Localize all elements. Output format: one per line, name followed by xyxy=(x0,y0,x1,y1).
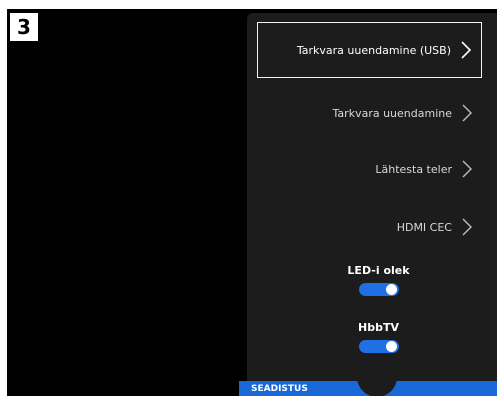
step-number-badge: 3 xyxy=(10,13,38,41)
chevron-right-icon xyxy=(462,218,472,236)
chevron-right-icon xyxy=(461,41,472,59)
settings-panel: Tarkvara uuendamine (USB) Tarkvara uuend… xyxy=(247,13,497,396)
chevron-right-icon xyxy=(462,160,472,178)
footer-section-title: SEADISTUS xyxy=(251,384,308,394)
hbbtv-setting: HbbTV xyxy=(257,321,482,357)
tv-screen: 3 Tarkvara uuendamine (USB) Tarkvara uue… xyxy=(7,9,497,396)
led-status-label: LED-i olek xyxy=(347,264,410,277)
chevron-right-icon xyxy=(462,104,472,122)
hbbtv-label: HbbTV xyxy=(358,321,399,334)
toggle-knob xyxy=(385,341,397,352)
toggle-knob xyxy=(385,284,397,295)
menu-item-software-update-usb[interactable]: Tarkvara uuendamine (USB) xyxy=(257,22,482,78)
menu-item-label: HDMI CEC xyxy=(396,220,452,234)
menu-item-software-update[interactable]: Tarkvara uuendamine xyxy=(257,85,482,141)
menu-item-hdmi-cec[interactable]: HDMI CEC xyxy=(257,199,482,255)
menu-item-reset-tv[interactable]: Lähtesta teler xyxy=(257,141,482,197)
led-status-setting: LED-i olek xyxy=(257,264,482,300)
menu-item-label: Tarkvara uuendamine (USB) xyxy=(296,43,451,57)
hbbtv-toggle[interactable] xyxy=(358,340,399,353)
menu-item-label: Lähtesta teler xyxy=(375,162,452,176)
menu-item-label: Tarkvara uuendamine xyxy=(332,106,452,120)
led-status-toggle[interactable] xyxy=(358,283,399,296)
